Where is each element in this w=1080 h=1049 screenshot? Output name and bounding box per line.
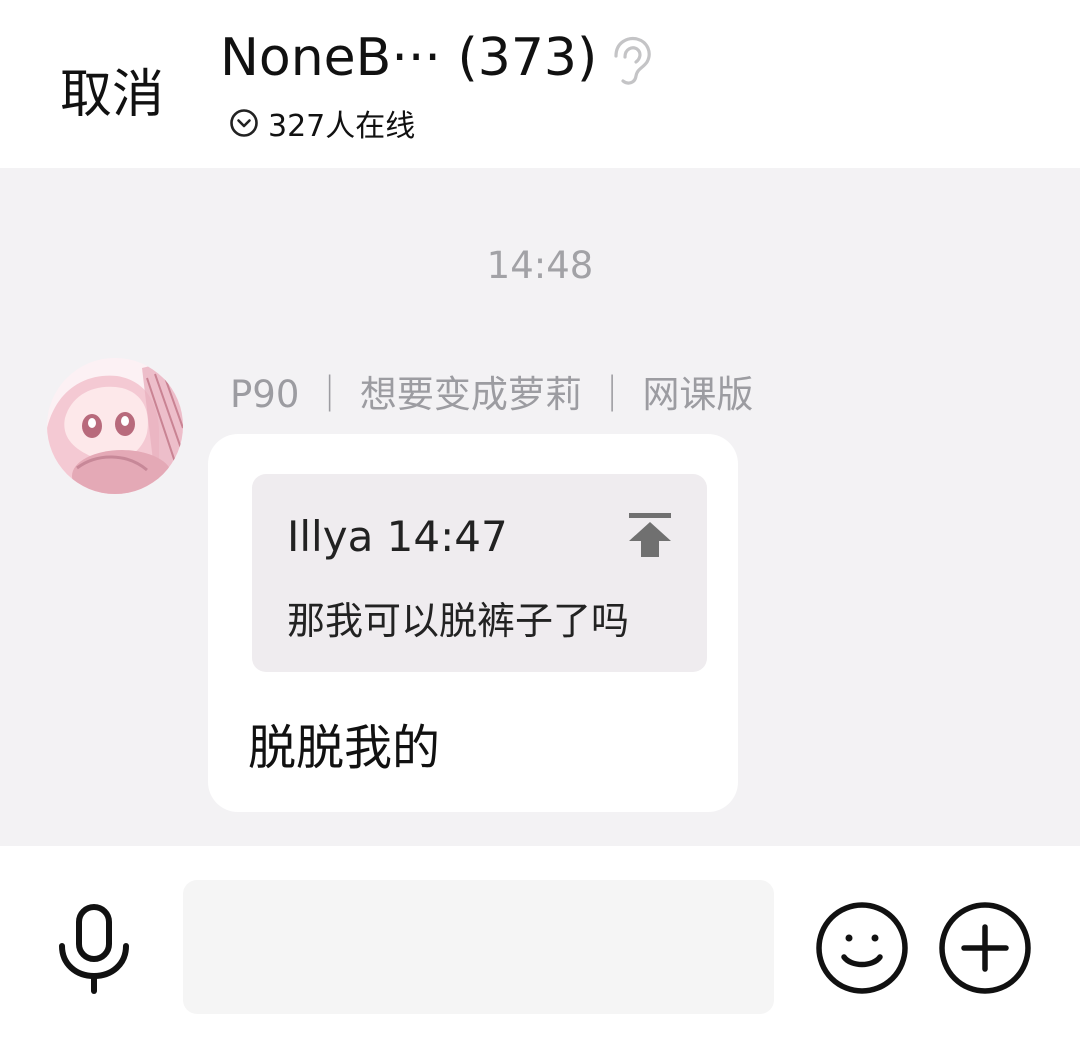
input-bar (0, 846, 1080, 1049)
online-status-button[interactable]: 327人在线 (228, 101, 415, 145)
message-input[interactable] (183, 880, 774, 1014)
quoted-message[interactable]: Illya 14:47 那我可以脱裤子了吗 (252, 474, 707, 672)
quoted-message-meta: Illya 14:47 (287, 512, 508, 561)
group-title[interactable]: NoneB··· (373) (220, 28, 597, 88)
message-list[interactable]: 14:48 P90 ｜ 想要变成萝莉 ｜ 网课版 Illya 14:47 那我可… (0, 168, 1080, 846)
message-bubble[interactable]: Illya 14:47 那我可以脱裤子了吗 脱脱我的 (208, 434, 738, 812)
ear-icon[interactable] (606, 34, 656, 86)
message-timestamp: 14:48 (486, 244, 594, 287)
sender-avatar[interactable] (47, 358, 183, 494)
smiley-icon[interactable] (814, 900, 910, 996)
chevron-down-circle-icon (230, 109, 258, 137)
avatar-illustration (47, 358, 183, 494)
chat-header: 取消 NoneB··· (373) 327人在线 (0, 0, 1080, 168)
message-text: 脱脱我的 (248, 720, 441, 776)
sender-name: P90 ｜ 想要变成萝莉 ｜ 网课版 (230, 373, 754, 416)
microphone-icon[interactable] (56, 902, 132, 994)
cancel-button[interactable]: 取消 (60, 52, 164, 127)
quoted-message-text: 那我可以脱裤子了吗 (287, 599, 630, 643)
jump-to-top-icon[interactable] (626, 510, 674, 560)
online-count: 327人在线 (268, 109, 416, 144)
plus-circle-icon[interactable] (937, 900, 1033, 996)
